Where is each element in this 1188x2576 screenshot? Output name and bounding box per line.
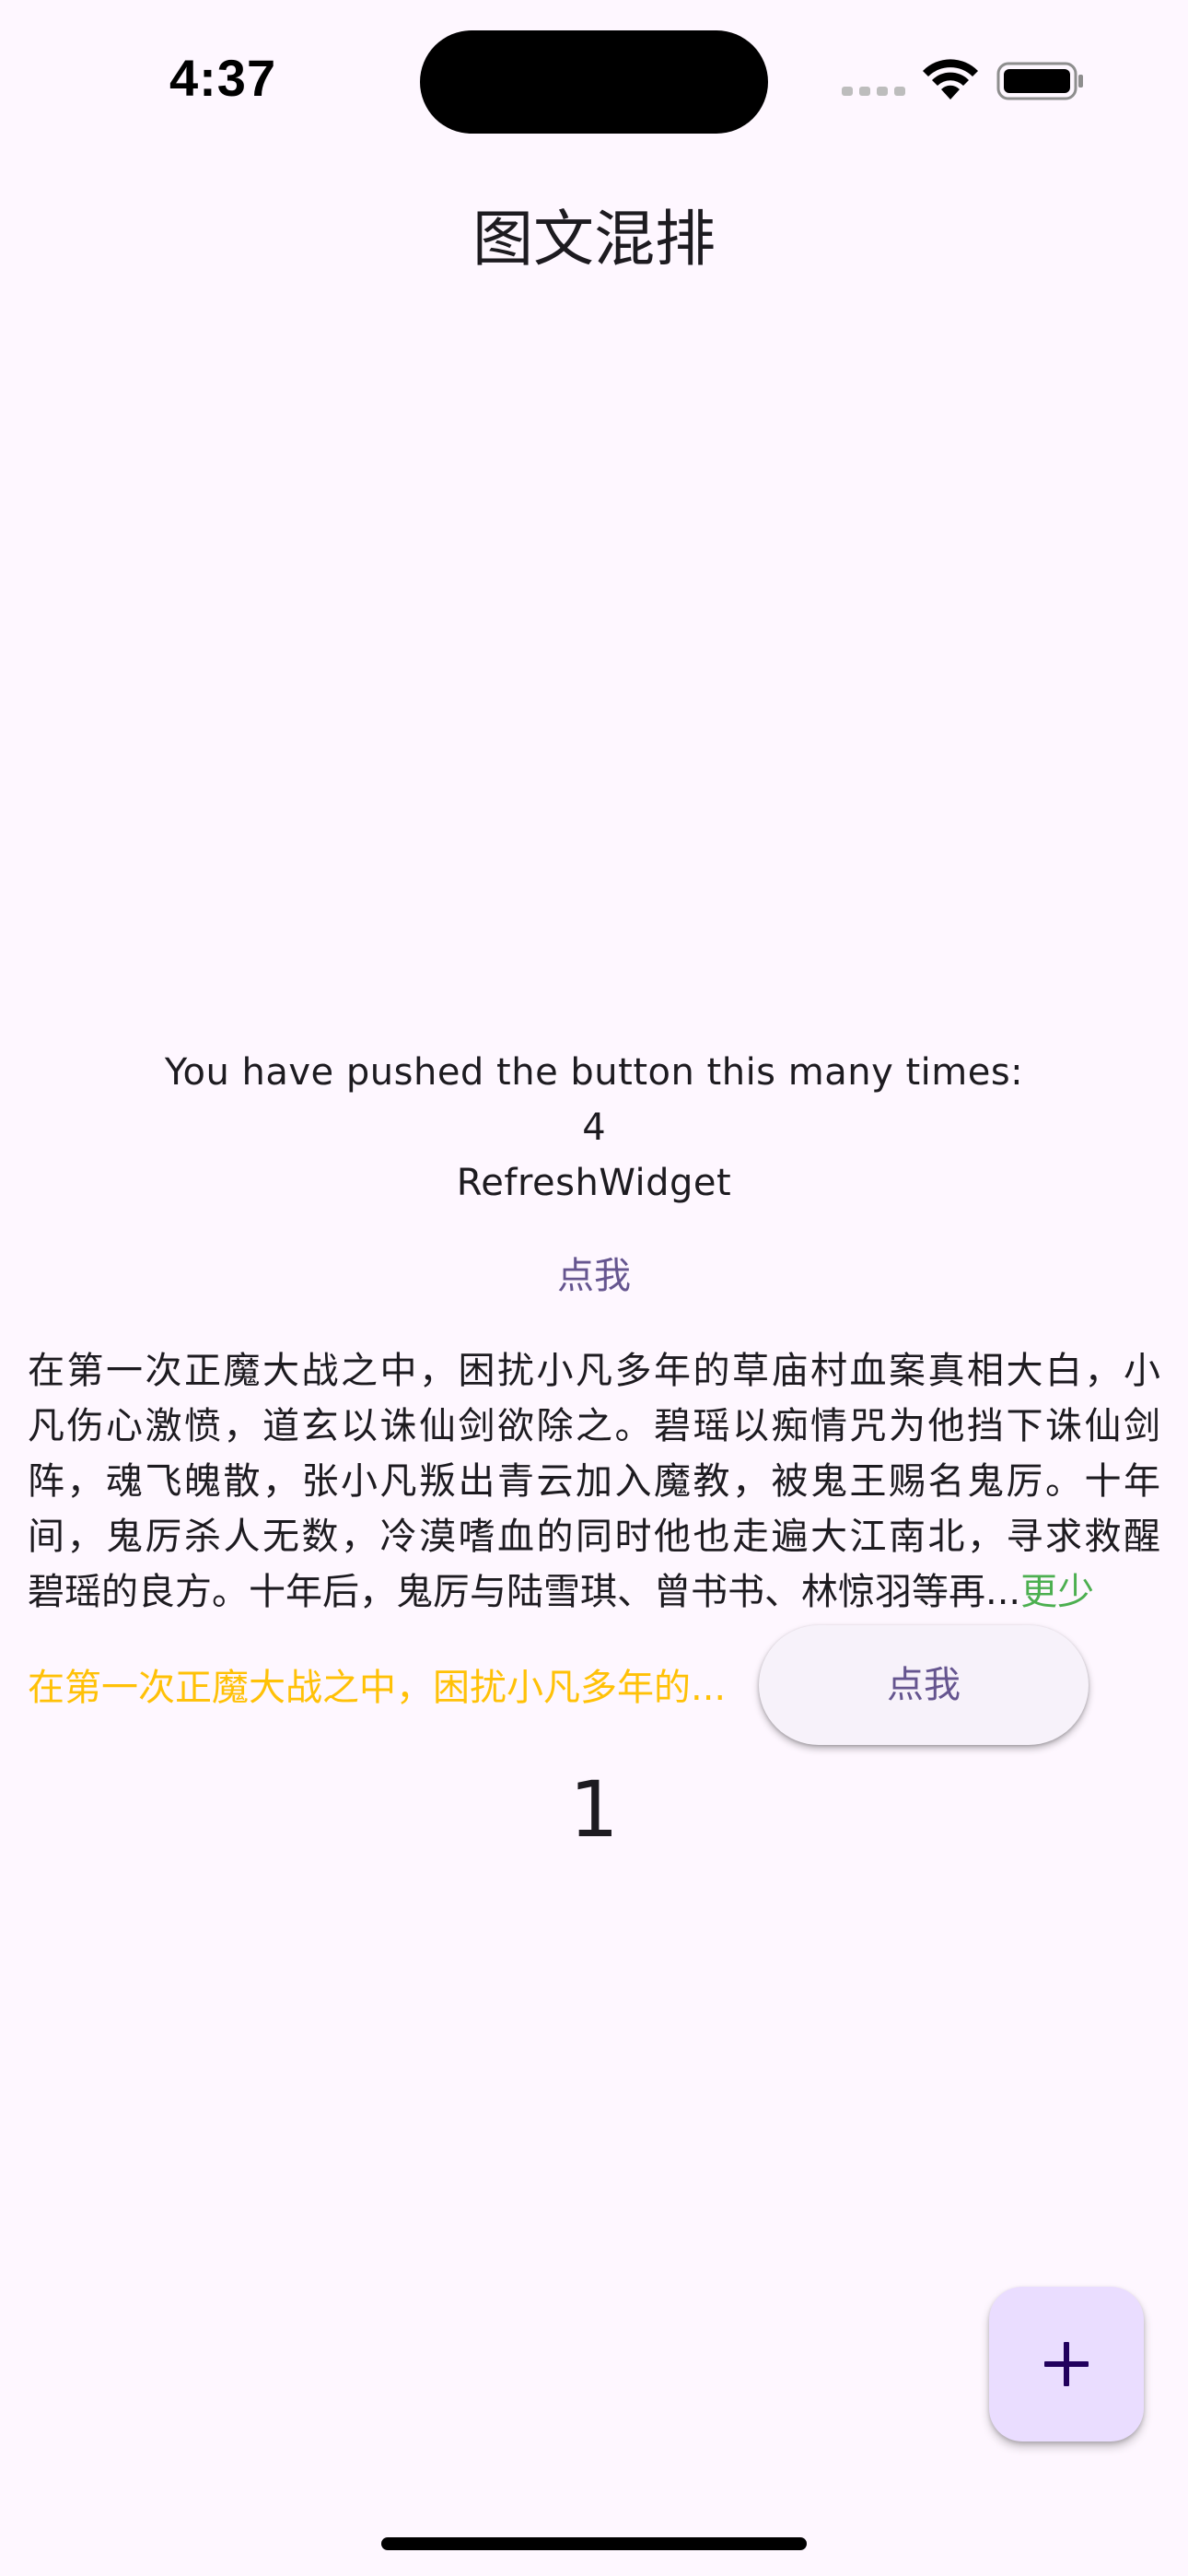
big-counter-number: 1 [569,1764,619,1855]
article-line: 间，鬼厉杀人无数，冷漠嗜血的同时他也走遍大江南北，寻求救醒 [28,1516,1160,1558]
article-line: 在第一次正魔大战之中，困扰小凡多年的草庙村血案真相大白，小 [28,1350,1160,1392]
counter-label: You have pushed the button this many tim… [164,1051,1024,1094]
article-expanded: 在第一次正魔大战之中，困扰小凡多年的草庙村血案真相大白，小 凡伤心激愤，道玄以诛… [28,1343,1160,1620]
tap-me-text-button[interactable]: 点我 [516,1244,672,1308]
article-line: 碧瑶的良方。十年后，鬼厉与陆雪琪、曾书书、林惊羽等再... [28,1571,1021,1613]
tap-me-elevated-button[interactable]: 点我 [759,1625,1089,1745]
home-indicator[interactable] [381,2537,807,2550]
dynamic-island [420,30,768,134]
cellular-signal-icon [842,87,905,96]
article-last-line: 碧瑶的良方。十年后，鬼厉与陆雪琪、曾书书、林惊羽等再...更少 [28,1564,1160,1620]
page-title: 图文混排 [472,204,716,275]
counter-value: 4 [582,1107,606,1149]
article-line: 阵，魂飞魄散，张小凡叛出青云加入魔教，被鬼王赐名鬼厉。十年 [28,1460,1160,1503]
status-bar-time: 4:37 [169,49,277,107]
refresh-widget-label: RefreshWidget [456,1162,732,1204]
article-line: 凡伤心激愤，道玄以诛仙剑欲除之。碧瑶以痴情咒为他挡下诛仙剑 [28,1405,1160,1447]
plus-icon [1044,2342,1089,2386]
battery-icon [996,62,1083,100]
increment-fab-button[interactable] [989,2287,1144,2441]
wifi-icon [923,59,978,100]
show-less-link[interactable]: 更少 [1020,1571,1094,1613]
article-collapsed[interactable]: 在第一次正魔大战之中，困扰小凡多年的... [28,1660,764,1715]
